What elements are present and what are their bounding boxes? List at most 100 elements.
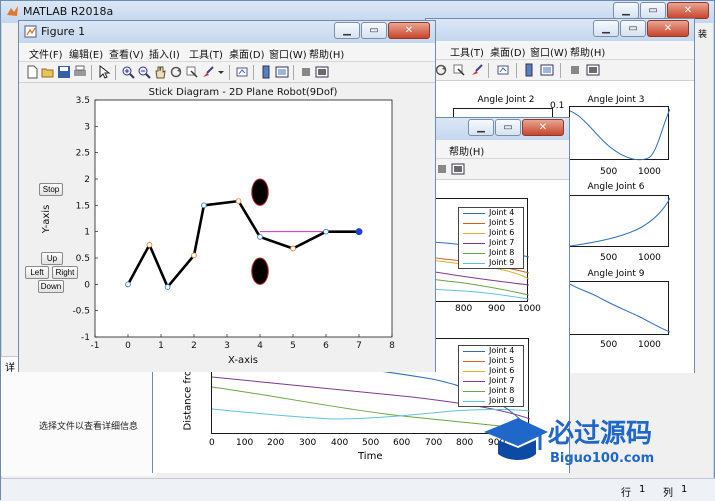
y-tick-label: 3: [84, 122, 90, 132]
lower-xlabel: Time: [358, 451, 383, 462]
lower-xtick: 300: [299, 438, 317, 448]
y-tick-label: 2: [84, 175, 90, 185]
upper-xtick-900: 900: [488, 304, 506, 314]
save-icon[interactable]: [57, 65, 71, 79]
show-plot-tools-icon[interactable]: [586, 63, 600, 77]
menu-tools[interactable]: 工具(T): [189, 46, 223, 61]
zoom-in-icon[interactable]: [121, 65, 135, 79]
brush-data-icon[interactable]: [201, 65, 215, 79]
menu-edit[interactable]: 编辑(E): [69, 46, 103, 61]
new-figure-icon[interactable]: [25, 65, 39, 79]
lower-legend-item: Joint 9: [459, 396, 523, 406]
hide-plot-tools-tool-icon[interactable]: [299, 65, 313, 79]
main-close-button[interactable]: ✕: [667, 2, 709, 19]
robot-joint: [191, 252, 197, 259]
x-tick-label: 4: [257, 341, 263, 351]
subplot-title-joint6: Angle Joint 6: [587, 182, 645, 192]
open-file-icon[interactable]: [41, 65, 55, 79]
angles-menu-tools[interactable]: 工具(T): [450, 44, 484, 59]
joint6-xtick-1000: 1000: [638, 253, 661, 263]
figure1-titlebar[interactable]: Figure 1 ▁ ▭ ✕: [19, 21, 435, 43]
figure1-close-button[interactable]: ✕: [388, 22, 430, 39]
joint3-ytick-top: 0.1: [550, 101, 565, 111]
details-hint: 选择文件以查看详细信息: [39, 422, 139, 432]
status-bar: 行 1 列 1: [1, 478, 715, 501]
up-button[interactable]: Up: [41, 252, 63, 265]
menu-insert[interactable]: 插入(I): [149, 46, 180, 61]
menu-file[interactable]: 文件(F): [29, 46, 63, 61]
lower-xtick: 0: [209, 438, 215, 448]
x-tick-label: 1: [158, 341, 164, 351]
colorbar-icon[interactable]: [522, 63, 536, 77]
lower-xtick: 200: [267, 438, 285, 448]
brush-dropdown-icon[interactable]: [217, 65, 225, 79]
legend-icon[interactable]: [540, 63, 554, 77]
distance-menu-help[interactable]: 帮助(H): [449, 143, 484, 158]
lower-legend: Joint 4 Joint 5 Joint 6 Joint 7 Joint 8 …: [458, 345, 524, 407]
insert-colorbar-icon[interactable]: [259, 65, 273, 79]
menu-desktop[interactable]: 桌面(D): [229, 46, 265, 61]
angles-toolbar: [426, 60, 694, 81]
show-plot-tools-tool-icon[interactable]: [315, 65, 329, 79]
data-cursor-icon[interactable]: [452, 63, 466, 77]
status-col-label: 列: [663, 488, 673, 499]
link-plot-tool-icon[interactable]: [235, 65, 249, 79]
angles-menu-window[interactable]: 窗口(W): [530, 44, 568, 59]
select-pointer-icon[interactable]: [97, 65, 111, 79]
x-tick-label: 0: [125, 341, 131, 351]
y-tick-label: 2.5: [76, 149, 90, 159]
lower-legend-item: Joint 8: [459, 386, 523, 396]
figure1-minimize-button[interactable]: ▁: [334, 22, 360, 39]
menu-help[interactable]: 帮助(H): [309, 46, 344, 61]
distance-minimize-button[interactable]: ▁: [468, 119, 494, 136]
rotate-tool-icon[interactable]: [434, 63, 448, 77]
figure1-toolbar: [19, 62, 435, 83]
angles-minimize-button[interactable]: ▁: [593, 20, 619, 37]
rotate-3d-icon[interactable]: [169, 65, 183, 79]
x-tick-label: 8: [389, 341, 395, 351]
link-plot-icon[interactable]: [496, 63, 510, 77]
distance-show-tools-icon[interactable]: [451, 162, 465, 176]
figure-icon: [24, 25, 37, 38]
distance-close-button[interactable]: ✕: [522, 119, 564, 136]
main-minimize-button[interactable]: ▁: [613, 2, 639, 19]
angles-close-button[interactable]: ✕: [647, 20, 689, 37]
y-tick-label: 0.5: [76, 254, 90, 264]
figure1-window: Figure 1 ▁ ▭ ✕ 文件(F) 编辑(E) 查看(V) 插入(I) 工…: [18, 20, 436, 372]
data-cursor-tool-icon[interactable]: [185, 65, 199, 79]
down-button[interactable]: Down: [38, 280, 64, 293]
right-button[interactable]: Right: [52, 266, 78, 279]
menu-window[interactable]: 窗口(W): [269, 46, 307, 61]
angles-titlebar[interactable]: ▁ ▭ ✕: [426, 19, 694, 41]
lower-xtick: 800: [456, 438, 474, 448]
robot-joint: [201, 202, 207, 209]
right-edge-tab[interactable]: 装: [698, 27, 707, 40]
main-maximize-button[interactable]: ▭: [640, 2, 666, 19]
subplot-title-joint9: Angle Joint 9: [587, 269, 645, 279]
angles-menu-desktop[interactable]: 桌面(D): [490, 44, 526, 59]
angles-maximize-button[interactable]: ▭: [620, 20, 646, 37]
upper-xtick-800: 800: [455, 304, 473, 314]
zoom-out-icon[interactable]: [137, 65, 151, 79]
end-effector: [355, 228, 363, 236]
robot-joint: [290, 245, 296, 252]
stop-button[interactable]: Stop: [39, 183, 63, 196]
upper-legend-item: Joint 9: [459, 258, 523, 268]
details-tab[interactable]: 详: [5, 359, 15, 374]
hide-plot-tools-icon[interactable]: [568, 63, 582, 77]
figure1-maximize-button[interactable]: ▭: [361, 22, 387, 39]
angles-menu-help[interactable]: 帮助(H): [570, 44, 605, 59]
distance-hide-tools-icon[interactable]: [435, 162, 449, 176]
print-icon[interactable]: [73, 65, 87, 79]
robot-joint: [257, 234, 263, 240]
left-button[interactable]: Left: [25, 266, 49, 279]
x-tick-label: 3: [224, 341, 230, 351]
menu-view[interactable]: 查看(V): [109, 46, 144, 61]
robot-joint: [146, 241, 153, 248]
distance-maximize-button[interactable]: ▭: [495, 119, 521, 136]
pan-hand-icon[interactable]: [153, 65, 167, 79]
insert-legend-icon[interactable]: [275, 65, 289, 79]
lower-legend-item: Joint 4: [459, 346, 523, 356]
watermark-logo: 必过源码 Biguo100.com: [480, 410, 705, 472]
brush-tool-icon[interactable]: [470, 63, 484, 77]
